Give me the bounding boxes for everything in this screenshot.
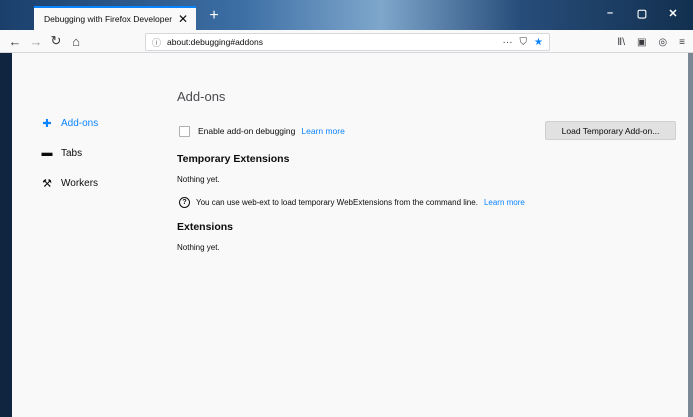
extension-icon[interactable]: ◎	[658, 37, 667, 48]
sidebar-icon[interactable]: ▣	[637, 37, 646, 48]
title-bar: Debugging with Firefox Developer ✕ + – ▢…	[0, 0, 693, 30]
sidebar: ✚ Add-ons ▬ Tabs ⚒ Workers	[39, 108, 99, 198]
info-icon[interactable]: ⓘ	[152, 36, 161, 49]
close-window-button[interactable]: ✕	[659, 2, 687, 24]
library-icon[interactable]: Ⅱ\	[617, 37, 625, 48]
home-button[interactable]: ⌂	[66, 31, 86, 51]
main-panel: Add-ons Enable add-on debugging Learn mo…	[177, 89, 677, 255]
nav-bar: ← → ↻ ⌂ ⓘ about:debugging#addons ··· ⛉ ★…	[0, 30, 693, 53]
learn-more-link[interactable]: Learn more	[301, 126, 344, 136]
page-actions-icon[interactable]: ···	[503, 37, 513, 48]
help-icon: ?	[179, 196, 190, 208]
tools-icon: ⚒	[42, 177, 52, 190]
sidebar-item-tabs[interactable]: ▬ Tabs	[39, 138, 98, 168]
desktop-edge-right	[688, 53, 693, 417]
url-bar[interactable]: ⓘ about:debugging#addons ··· ⛉ ★	[145, 33, 550, 51]
web-ext-tip: ? You can use web-ext to load temporary …	[177, 195, 677, 209]
extensions-empty-text: Nothing yet.	[177, 243, 220, 252]
forward-button[interactable]: →	[26, 31, 46, 51]
sidebar-item-addons[interactable]: ✚ Add-ons	[39, 108, 98, 138]
browser-tab[interactable]: Debugging with Firefox Developer ✕	[34, 6, 196, 30]
url-actions: ··· ⛉ ★	[503, 37, 543, 48]
desktop-edge-left	[0, 53, 12, 417]
new-tab-button[interactable]: +	[204, 6, 224, 26]
sidebar-item-label: Add-ons	[61, 117, 99, 129]
page-title: Add-ons	[177, 89, 226, 104]
tip-text: You can use web-ext to load temporary We…	[196, 197, 478, 207]
bookmark-star-icon[interactable]: ★	[534, 37, 543, 48]
temporary-extensions-heading: Temporary Extensions	[177, 153, 290, 165]
pocket-icon[interactable]: ⛉	[520, 37, 528, 48]
sidebar-item-label: Tabs	[61, 147, 83, 159]
temporary-empty-text: Nothing yet.	[177, 175, 220, 184]
puzzle-icon: ✚	[42, 117, 52, 130]
back-button[interactable]: ←	[4, 31, 26, 51]
toolbar-right: Ⅱ\ ▣ ◎ ≡	[617, 33, 685, 51]
tab-close-icon[interactable]: ✕	[176, 12, 190, 26]
sidebar-item-label: Workers	[61, 177, 99, 189]
minimize-button[interactable]: –	[595, 2, 625, 24]
load-temporary-addon-button[interactable]: Load Temporary Add-on...	[545, 121, 676, 140]
extensions-heading: Extensions	[177, 221, 234, 233]
url-text[interactable]: about:debugging#addons	[167, 37, 503, 47]
tab-title: Debugging with Firefox Developer	[44, 14, 173, 24]
tab-icon: ▬	[41, 147, 53, 159]
debug-checkbox[interactable]	[179, 125, 190, 137]
page-content: ✚ Add-ons ▬ Tabs ⚒ Workers Add-ons Enabl…	[12, 53, 688, 417]
reload-button[interactable]: ↻	[46, 31, 66, 51]
window-controls: – ▢ ✕	[595, 2, 687, 24]
sidebar-item-workers[interactable]: ⚒ Workers	[39, 168, 98, 198]
maximize-button[interactable]: ▢	[627, 2, 657, 24]
menu-icon[interactable]: ≡	[679, 37, 685, 48]
debug-checkbox-label: Enable add-on debugging	[198, 126, 296, 136]
learn-more-link-2[interactable]: Learn more	[484, 198, 525, 207]
